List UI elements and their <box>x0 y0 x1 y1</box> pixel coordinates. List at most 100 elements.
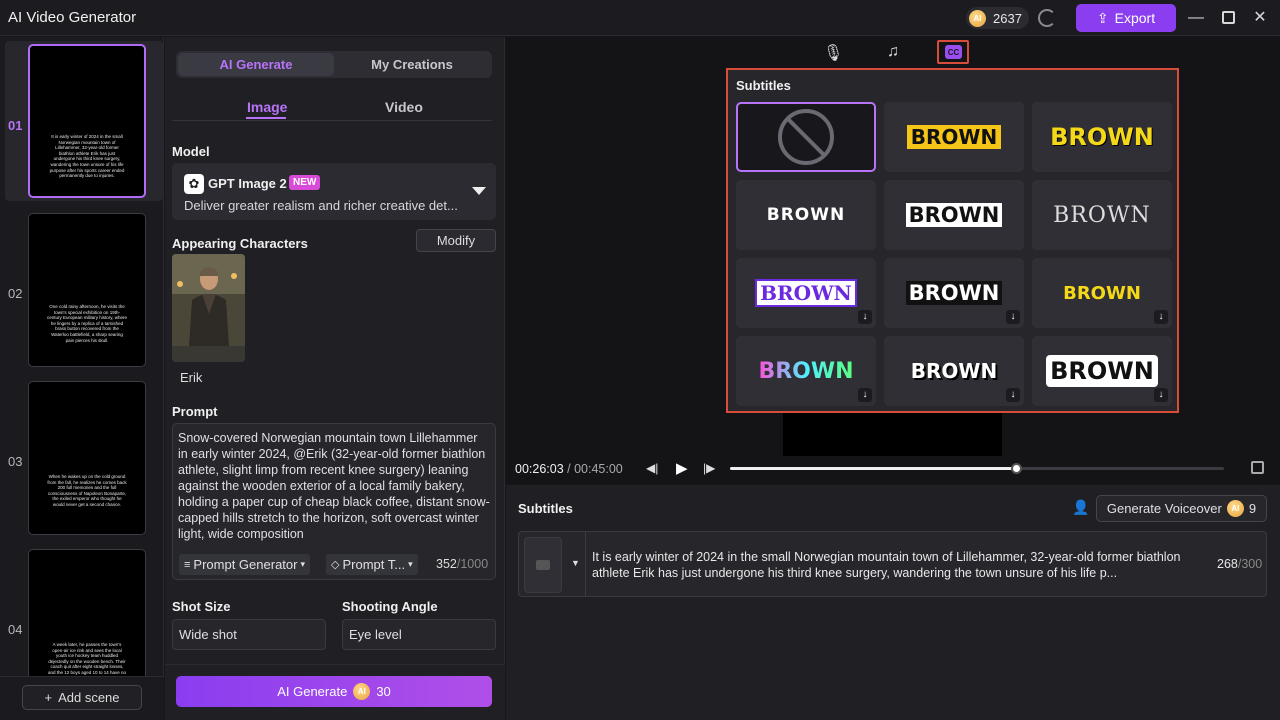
generate-panel <box>165 37 505 720</box>
download-icon[interactable]: ↓ <box>1006 388 1020 402</box>
prompt-textarea[interactable]: Snow-covered Norwegian mountain town Lil… <box>172 423 496 580</box>
scene-card[interactable]: 04 A week later, he passes the town's op… <box>5 546 163 676</box>
plus-icon: + <box>44 690 53 705</box>
download-icon[interactable]: ↓ <box>1006 310 1020 324</box>
style-tile[interactable]: BROWN ↓ <box>1032 336 1172 406</box>
prompt-template-button[interactable]: ◇ Prompt T... ▾ <box>326 554 418 575</box>
download-icon[interactable]: ↓ <box>858 310 872 324</box>
caret-down-icon: ▾ <box>408 559 413 569</box>
style-tile[interactable]: BROWN ↓ <box>884 258 1024 328</box>
style-sample: BROWN <box>905 281 1003 305</box>
scene-number: 04 <box>8 622 23 637</box>
voice-settings-icon[interactable]: 👤 <box>1072 499 1090 517</box>
style-sample: BROWN <box>755 279 857 307</box>
style-tile[interactable]: BROWN <box>1032 180 1172 250</box>
close-icon[interactable]: ✕ <box>1250 8 1270 28</box>
playback-time: 00:26:03 / 00:45:00 <box>515 462 623 476</box>
style-sample: BROWN <box>758 358 854 384</box>
character-name: Erik <box>180 370 203 385</box>
shooting-angle-field[interactable]: Eye level <box>342 619 496 650</box>
row-divider <box>585 532 586 596</box>
voiceover-cost: 9 <box>1248 501 1257 516</box>
scene-thumbnail: One cold rainy afternoon, he visits the … <box>28 213 146 367</box>
tab-video[interactable]: Video <box>385 99 423 115</box>
model-heading: Model <box>172 144 210 159</box>
maximize-icon[interactable] <box>1218 8 1238 28</box>
shot-size-heading: Shot Size <box>172 599 231 614</box>
character-portrait <box>172 254 245 362</box>
style-sample: BROWN <box>905 203 1003 227</box>
style-tile[interactable]: BROWN ↓ <box>1032 258 1172 328</box>
play-icon[interactable]: ▶ <box>676 459 688 477</box>
download-icon[interactable]: ↓ <box>1154 388 1168 402</box>
scene-card[interactable]: 03 When he wakes up on the cold ground f… <box>5 378 163 538</box>
prompt-text: Snow-covered Norwegian mountain town Lil… <box>178 431 490 541</box>
prev-frame-icon[interactable]: ◀| <box>646 461 658 475</box>
style-tile[interactable]: BROWN <box>1032 102 1172 172</box>
ai-generate-button[interactable]: AI Generate AI 30 <box>176 676 492 707</box>
prompt-heading: Prompt <box>172 404 218 419</box>
scene-thumb-text: A week later, he passes the town's open-… <box>47 642 127 676</box>
tab-image[interactable]: Image <box>247 99 287 115</box>
scene-number: 02 <box>8 286 23 301</box>
prompt-char-count: 352/1000 <box>436 557 489 571</box>
mode-switch: AI Generate My Creations <box>176 51 492 78</box>
microphone-icon[interactable]: 🎙 <box>823 43 843 63</box>
style-tile[interactable]: BROWN ↓ <box>736 336 876 406</box>
next-frame-icon[interactable]: |▶ <box>703 461 715 475</box>
caret-down-icon[interactable]: ▼ <box>571 558 580 568</box>
style-sample: BROWN <box>1053 202 1151 228</box>
timeline-progress <box>730 467 1017 470</box>
style-tile[interactable]: BROWN ↓ <box>736 258 876 328</box>
style-sample: BROWN <box>906 125 1002 149</box>
fullscreen-icon[interactable] <box>1251 461 1264 474</box>
subtitle-char-count: 268/300 <box>1217 557 1263 571</box>
subtitle-row[interactable]: ▼ It is early winter of 2024 in the smal… <box>518 531 1267 597</box>
generate-voiceover-label: Generate Voiceover <box>1106 501 1222 516</box>
generate-voiceover-button[interactable]: Generate Voiceover AI 9 <box>1096 495 1267 522</box>
subtitle-thumbnail <box>524 537 562 593</box>
style-tile[interactable]: BROWN <box>884 180 1024 250</box>
style-grid: BROWN BROWN BROWN BROWN BROWN BROWN ↓ BRO… <box>736 102 1172 406</box>
modify-button[interactable]: Modify <box>416 229 496 252</box>
openai-icon: ✿ <box>184 174 204 194</box>
scene-thumb-text: When he wakes up on the cold ground from… <box>47 474 127 507</box>
shooting-angle-heading: Shooting Angle <box>342 599 438 614</box>
subtitles-cc-icon[interactable]: CC <box>937 40 969 64</box>
scene-card[interactable]: 01 It is early winter of 2024 in the sma… <box>5 41 163 201</box>
export-label: Export <box>1114 10 1156 26</box>
download-icon[interactable]: ↓ <box>1154 310 1168 324</box>
music-icon[interactable]: ♫ <box>883 43 903 63</box>
minimize-icon[interactable]: — <box>1186 8 1206 28</box>
refresh-icon[interactable] <box>1038 9 1056 27</box>
scene-card[interactable]: 02 One cold rainy afternoon, he visits t… <box>5 210 163 370</box>
style-tile[interactable]: BROWN <box>736 180 876 250</box>
tab-ai-generate[interactable]: AI Generate <box>178 53 334 76</box>
ai-coin-icon: AI <box>969 9 986 27</box>
prompt-generator-button[interactable]: ≡ Prompt Generator ▾ <box>179 554 310 575</box>
scene-thumbnail: When he wakes up on the cold ground from… <box>28 381 146 535</box>
popup-title: Subtitles <box>736 78 791 93</box>
model-select[interactable]: ✿ GPT Image 2 NEW Deliver greater realis… <box>172 163 496 220</box>
video-frame <box>783 408 1002 456</box>
subtitle-text[interactable]: It is early winter of 2024 in the small … <box>592 549 1202 581</box>
credits-badge[interactable]: AI 2637 <box>966 7 1029 29</box>
shot-size-field[interactable]: Wide shot <box>172 619 326 650</box>
wand-icon: ≡ <box>184 558 191 571</box>
new-badge: NEW <box>289 175 321 190</box>
ai-generate-label: AI Generate <box>277 684 348 699</box>
download-icon[interactable]: ↓ <box>858 388 872 402</box>
style-tile-none[interactable] <box>736 102 876 172</box>
style-tile[interactable]: BROWN <box>884 102 1024 172</box>
prompt-generator-label: Prompt Generator <box>193 557 298 572</box>
tab-underline <box>246 117 286 119</box>
add-scene-button[interactable]: + Add scene <box>22 685 142 710</box>
style-sample: BROWN <box>1046 355 1158 387</box>
style-tile[interactable]: BROWN ↓ <box>884 336 1024 406</box>
character-avatar[interactable] <box>172 254 245 362</box>
caret-down-icon: ▾ <box>300 559 305 569</box>
export-button[interactable]: ⇪ Export <box>1076 4 1176 32</box>
app-title: AI Video Generator <box>8 9 137 26</box>
tab-my-creations[interactable]: My Creations <box>334 53 490 76</box>
timeline-handle[interactable] <box>1010 463 1022 474</box>
